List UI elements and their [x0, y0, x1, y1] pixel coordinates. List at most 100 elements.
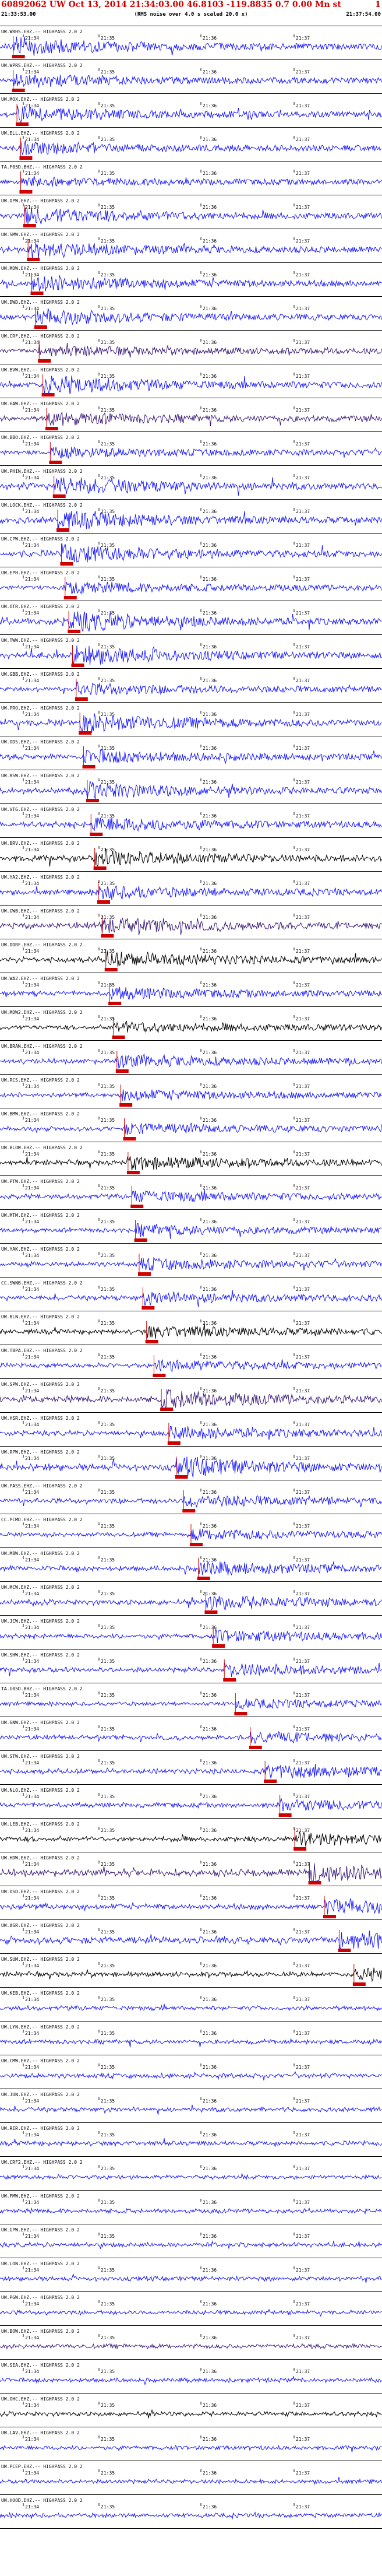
time-tick-label: 21:35: [101, 2403, 115, 2408]
trace-label: UW.HSR.EHZ.-- HIGHPASS 2.0 2: [1, 1416, 80, 1421]
pick-marker: [182, 1509, 196, 1512]
end-time: 21:37:54.00: [346, 12, 381, 17]
trace-60: UW.CMW.EHZ.-- HIGHPASS 2.0 2 21:34 21:35 21…: [0, 2055, 382, 2081]
waveform: [0, 1698, 382, 1710]
waveform: [0, 510, 382, 530]
time-tick-label: 21:37: [296, 2031, 310, 2036]
time-tick-label: 21:35: [101, 1760, 115, 1766]
trace-label: UW.LON.EHZ.-- HIGHPASS 2.0 2: [1, 2261, 80, 2266]
trace-12: UW.BBO.EHZ.-- HIGHPASS 2.0 221:34 21:35 21…: [0, 431, 382, 464]
time-tick-label: 21:34: [25, 2065, 39, 2070]
time-tick-label: 21:34: [25, 137, 39, 142]
pick-marker: [93, 866, 107, 870]
trace-38: UW.BLN.EHZ.-- HIGHPASS 2.0 2 21:34 21:35 21…: [0, 1311, 382, 1343]
trace-label: UW.STW.EHZ.-- HIGHPASS 2.0 2: [1, 1754, 80, 1759]
time-tick-label: 21:37: [296, 2301, 310, 2307]
time-tick-label: 21:37: [296, 1625, 310, 1630]
pick-marker: [145, 1340, 158, 1343]
time-tick-label: 21:35: [101, 1084, 115, 1089]
time-tick-label: 21:37: [296, 1524, 310, 1529]
trace-39: UW.TBPA.EHZ.-- HIGHPASS 2.0 221:34 21:35 2…: [0, 1345, 382, 1377]
time-tick-label: 21:36: [203, 1287, 217, 1292]
time-tick-label: 21:36: [203, 1726, 217, 1732]
time-tick-label: 21:36: [203, 1557, 217, 1563]
waveform: [0, 749, 382, 764]
time-tick-label: 21:37: [296, 982, 310, 988]
trace-42: UW.RPW.EHZ.-- HIGHPASS 2.0 221:34 21:35 21…: [0, 1446, 382, 1479]
time-tick-label: 21:36: [203, 171, 217, 176]
time-tick-label: 21:37: [296, 881, 310, 886]
time-tick-label: 21:37: [296, 1963, 310, 1968]
time-tick-label: 21:36: [203, 1929, 217, 1935]
trace-label: UW.GWB.EHZ.-- HIGHPASS 2.0 2: [1, 908, 80, 914]
trace-25: UW.YA2.EHZ.-- HIGHPASS 2.0 221:34 21:35 21…: [0, 871, 382, 904]
pick-marker: [101, 934, 114, 938]
pick-marker: [212, 1644, 225, 1648]
time-tick-label: 21:37: [296, 1929, 310, 1935]
time-tick-label: 21:36: [203, 1050, 217, 1055]
time-tick-label: 21:34: [25, 36, 39, 41]
waveform: [0, 951, 382, 967]
trace-64: UW.FMW.EHZ.-- HIGHPASS 2.0 221:34 21:35 21…: [0, 2190, 382, 2215]
time-tick-label: 21:37: [296, 205, 310, 210]
pick-marker: [27, 258, 40, 261]
pick-marker: [12, 55, 25, 58]
time-tick-label: 21:34: [25, 1760, 39, 1766]
trace-32: UW.BMW.EHZ.-- HIGHPASS 2.0 221:34 21:35 21…: [0, 1108, 382, 1140]
time-tick-label: 21:37: [296, 1726, 310, 1732]
trace-label: UW.PTW.EHZ.-- HIGHPASS 2.0 2: [1, 1179, 80, 1184]
time-tick-label: 21:35: [101, 2268, 115, 2273]
pick-marker: [60, 562, 73, 566]
trace-label: UW.KEB.EHZ.-- HIGHPASS 2.0 2: [1, 1991, 80, 1996]
waveform: [0, 2038, 382, 2048]
trace-label: UW.PGW.EHZ.-- HIGHPASS 2.0 2: [1, 2295, 80, 2300]
time-tick-label: 21:36: [203, 2335, 217, 2340]
time-tick-label: 21:34: [25, 1997, 39, 2002]
time-tick-label: 21:34: [25, 949, 39, 954]
pick-marker: [68, 630, 81, 633]
waveform: [0, 375, 382, 395]
trace-label: UW.GBB.EHZ.-- HIGHPASS 2.0 2: [1, 672, 80, 677]
time-tick-label: 21:37: [296, 644, 310, 650]
waveform: [0, 207, 382, 224]
time-tick-label: 21:36: [203, 205, 217, 210]
waveform: [0, 2343, 382, 2350]
trace-21: UW.ODS.EHZ.-- HIGHPASS 2.0 221:34 21:35 21…: [0, 736, 382, 768]
time-tick-label: 21:34: [25, 509, 39, 514]
time-tick-label: 21:34: [25, 2031, 39, 2036]
time-tick-label: 21:37: [296, 1287, 310, 1292]
waveform: [0, 411, 382, 427]
waveform: [0, 1798, 382, 1812]
trace-48: UW.SHW.EHZ.-- HIGHPASS 2.0 221:34 21:35 21…: [0, 1649, 382, 1682]
trace-label: UW.CMW.EHZ.-- HIGHPASS 2.0 2: [1, 2058, 80, 2063]
trace-label: UW.FMW.EHZ.-- HIGHPASS 2.0 2: [1, 2194, 80, 2199]
time-tick-label: 21:35: [101, 1321, 115, 1326]
time-tick-label: 21:36: [203, 272, 217, 278]
trace-label: CC.PCMD.EHZ.-- HIGHPASS 2.0 2: [1, 1517, 83, 1522]
time-tick-label: 21:37: [296, 340, 310, 345]
trace-label: UW.BRAN.EHZ.-- HIGHPASS 2.0 2: [1, 1044, 83, 1049]
time-tick-label: 21:35: [101, 577, 115, 582]
trace-label: UW.DWD.EHZ.-- HIGHPASS 2.0 2: [1, 300, 80, 305]
time-tick-label: 21:34: [25, 2369, 39, 2374]
time-tick-label: 21:37: [296, 1557, 310, 1563]
time-tick-label: 21:34: [25, 2301, 39, 2307]
event-title: 60892062 UW Oct 13, 2014 21:34:03.00 46.…: [1, 0, 341, 9]
waveform: [0, 2409, 382, 2419]
trace-label: UW.PASS.EHZ.-- HIGHPASS 2.0 2: [1, 1483, 83, 1489]
waveform: [0, 1764, 382, 1779]
trace-5: UW.DPW.EHZ.-- HIGHPASS 2.0 2 21:34 21:35 21…: [0, 195, 382, 227]
trace-2: UW.MOX.EHZ.-- HIGHPASS 2.0 221:34 21:35 21…: [0, 93, 382, 126]
time-tick-label: 21:35: [101, 2437, 115, 2442]
time-tick-label: 21:34: [25, 1862, 39, 1867]
trace-label: UW.RSW.EHZ.-- HIGHPASS 2.0 2: [1, 773, 80, 778]
time-tick-label: 21:36: [203, 238, 217, 244]
waveform: [0, 1389, 382, 1409]
time-tick-label: 21:37: [296, 1422, 310, 1427]
time-tick-label: 21:37: [296, 509, 310, 514]
time-tick-label: 21:36: [203, 1625, 217, 1630]
time-tick-label: 21:34: [25, 1625, 39, 1630]
trace-label: UW.RER.EHZ.-- HIGHPASS 2.0 2: [1, 2126, 80, 2131]
time-tick-label: 21:34: [25, 1456, 39, 1461]
time-tick-label: 21:35: [101, 1152, 115, 1157]
